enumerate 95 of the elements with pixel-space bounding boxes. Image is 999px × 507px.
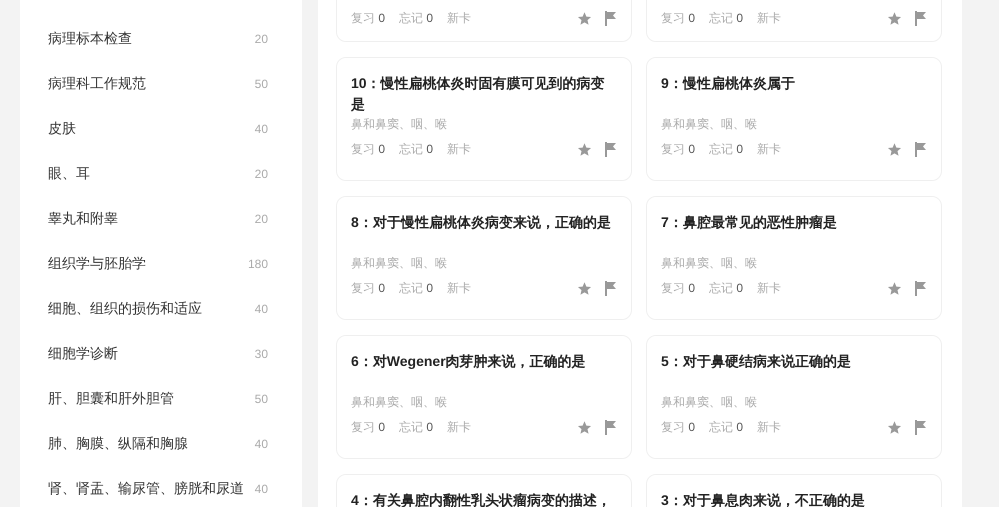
- category-label: 病理科工作规范: [48, 74, 146, 92]
- stat-label: 新卡: [757, 419, 782, 436]
- flag-icon[interactable]: [604, 142, 617, 157]
- stat-label: 新卡: [447, 10, 472, 27]
- star-icon[interactable]: [887, 142, 902, 157]
- category-label: 肺、胸膜、纵隔和胸腺: [48, 434, 188, 452]
- star-icon[interactable]: [577, 281, 592, 296]
- category-item[interactable]: 组织学与胚胎学 180: [20, 241, 302, 286]
- stat-label: 复习 0: [661, 10, 696, 27]
- question-card[interactable]: 9：慢性扁桃体炎属于 鼻和鼻窦、咽、喉 复习 0 忘记 0 新卡: [646, 57, 942, 181]
- category-label: 睾丸和附睾: [48, 210, 118, 228]
- stat-label: 新卡: [757, 141, 782, 158]
- stat-label: 忘记 0: [709, 141, 744, 158]
- category-tag: 鼻和鼻窦、咽、喉: [661, 255, 927, 272]
- category-tag: 鼻和鼻窦、咽、喉: [351, 255, 617, 272]
- category-label: 细胞、组织的损伤和适应: [48, 300, 202, 318]
- stat-label: 新卡: [447, 141, 472, 158]
- question-title: 4：有关鼻腔内翻性乳头状瘤病变的描述，: [351, 491, 612, 507]
- star-icon[interactable]: [887, 11, 902, 26]
- question-card[interactable]: 复习 0 忘记 0 新卡: [646, 0, 942, 42]
- category-count: 50: [254, 392, 268, 406]
- question-title: 5：对于鼻硬结病来说正确的是: [661, 352, 852, 371]
- category-label: 眼、耳: [48, 164, 90, 182]
- category-label: 组织学与胚胎学: [48, 254, 146, 272]
- category-item[interactable]: 细胞学诊断 30: [20, 331, 302, 376]
- category-count: 40: [254, 482, 268, 496]
- category-count: 20: [254, 166, 268, 180]
- star-icon[interactable]: [887, 420, 902, 435]
- question-title: 7：鼻腔最常见的恶性肿瘤是: [661, 213, 838, 232]
- category-tag: 鼻和鼻窦、咽、喉: [661, 394, 927, 411]
- category-item[interactable]: 皮肤 40: [20, 106, 302, 151]
- question-title: 6：对Wegener肉芽肿来说，正确的是: [351, 352, 587, 371]
- category-label: 皮肤: [48, 120, 76, 138]
- category-count: 40: [254, 122, 268, 136]
- category-item[interactable]: 肝、胆囊和肝外胆管 50: [20, 376, 302, 421]
- flag-icon[interactable]: [914, 281, 927, 296]
- category-item[interactable]: 肺、胸膜、纵隔和胸腺 40: [20, 421, 302, 466]
- stat-label: 忘记 0: [709, 280, 744, 297]
- stat-label: 忘记 0: [399, 419, 434, 436]
- question-card[interactable]: 4：有关鼻腔内翻性乳头状瘤病变的描述，: [336, 474, 632, 507]
- category-item[interactable]: 睾丸和附睾 20: [20, 196, 302, 241]
- question-title: 10：慢性扁桃体炎时固有膜可见到的病变是: [351, 74, 606, 114]
- star-icon[interactable]: [577, 142, 592, 157]
- stat-label: 复习 0: [661, 280, 696, 297]
- category-item[interactable]: 病理科工作规范 50: [20, 61, 302, 106]
- category-label: 肾、肾盂、输尿管、膀胱和尿道: [48, 480, 244, 498]
- stat-label: 复习 0: [661, 419, 696, 436]
- star-icon[interactable]: [887, 281, 902, 296]
- category-count: 20: [254, 32, 268, 46]
- category-item[interactable]: 眼、耳 20: [20, 151, 302, 196]
- stat-label: 复习 0: [351, 419, 386, 436]
- flag-icon[interactable]: [604, 11, 617, 26]
- question-card[interactable]: 8：对于慢性扁桃体炎病变来说，正确的是 鼻和鼻窦、咽、喉 复习 0 忘记 0 新卡: [336, 196, 632, 320]
- stat-label: 新卡: [447, 419, 472, 436]
- stat-label: 复习 0: [351, 10, 386, 27]
- question-card[interactable]: 5：对于鼻硬结病来说正确的是 鼻和鼻窦、咽、喉 复习 0 忘记 0 新卡: [646, 335, 942, 459]
- category-label: 病理标本检查: [48, 30, 132, 48]
- star-icon[interactable]: [577, 420, 592, 435]
- question-card[interactable]: 10：慢性扁桃体炎时固有膜可见到的病变是 鼻和鼻窦、咽、喉 复习 0 忘记 0 新卡: [336, 57, 632, 181]
- question-card[interactable]: 7：鼻腔最常见的恶性肿瘤是 鼻和鼻窦、咽、喉 复习 0 忘记 0 新卡: [646, 196, 942, 320]
- category-count: 40: [254, 436, 268, 450]
- stat-label: 复习 0: [661, 141, 696, 158]
- question-title: 8：对于慢性扁桃体炎病变来说，正确的是: [351, 213, 612, 232]
- stat-label: 忘记 0: [709, 419, 744, 436]
- stat-label: 新卡: [757, 280, 782, 297]
- category-item[interactable]: 病理标本检查 20: [20, 16, 302, 61]
- stat-label: 忘记 0: [709, 10, 744, 27]
- question-title: 9：慢性扁桃体炎属于: [661, 74, 796, 93]
- category-item[interactable]: 细胞、组织的损伤和适应 40: [20, 286, 302, 331]
- category-count: 180: [248, 256, 268, 270]
- category-tag: 鼻和鼻窦、咽、喉: [351, 394, 617, 411]
- category-tag: 鼻和鼻窦、咽、喉: [351, 116, 617, 133]
- question-card[interactable]: 6：对Wegener肉芽肿来说，正确的是 鼻和鼻窦、咽、喉 复习 0 忘记 0 新卡: [336, 335, 632, 459]
- stat-label: 复习 0: [351, 280, 386, 297]
- category-item[interactable]: 肾、肾盂、输尿管、膀胱和尿道 40: [20, 466, 302, 507]
- stat-label: 忘记 0: [399, 10, 434, 27]
- category-label: 细胞学诊断: [48, 344, 118, 362]
- category-count: 50: [254, 76, 268, 90]
- flag-icon[interactable]: [914, 11, 927, 26]
- category-count: 40: [254, 302, 268, 316]
- stat-label: 忘记 0: [399, 280, 434, 297]
- category-label: 肝、胆囊和肝外胆管: [48, 390, 174, 408]
- flag-icon[interactable]: [914, 142, 927, 157]
- flag-icon[interactable]: [604, 420, 617, 435]
- stat-label: 复习 0: [351, 141, 386, 158]
- stat-label: 新卡: [757, 10, 782, 27]
- flag-icon[interactable]: [604, 281, 617, 296]
- category-count: 20: [254, 212, 268, 226]
- star-icon[interactable]: [577, 11, 592, 26]
- flag-icon[interactable]: [914, 420, 927, 435]
- category-tag: 鼻和鼻窦、咽、喉: [661, 116, 927, 133]
- stat-label: 新卡: [447, 280, 472, 297]
- category-count: 30: [254, 346, 268, 360]
- stat-label: 忘记 0: [399, 141, 434, 158]
- question-card[interactable]: 复习 0 忘记 0 新卡: [336, 0, 632, 42]
